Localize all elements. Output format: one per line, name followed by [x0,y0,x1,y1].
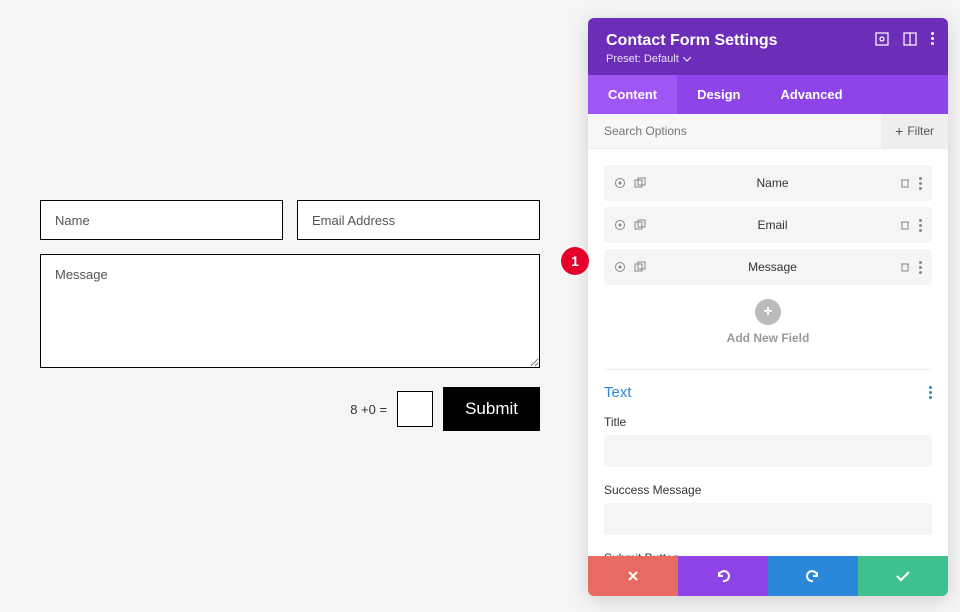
contact-form: 8 +0 = Submit [40,200,540,431]
plus-icon: + [895,124,903,138]
input-title[interactable] [604,435,932,467]
more-icon[interactable] [919,219,922,232]
field-right-icons [899,261,922,274]
chevron-down-icon [683,57,691,62]
search-input[interactable] [588,114,881,148]
text-section: Text Title Success Message Submit Button [588,370,948,556]
gear-icon[interactable] [614,261,626,273]
search-bar: + Filter [588,114,948,149]
fields-list: Name Email [588,149,948,369]
filter-label: Filter [907,124,934,138]
tab-design[interactable]: Design [677,75,760,114]
form-row-1 [40,200,540,240]
label-title: Title [604,415,932,429]
field-right-icons [899,219,922,232]
field-label: Email [646,218,899,232]
undo-button[interactable] [678,556,768,596]
input-success[interactable] [604,503,932,535]
panel-footer [588,556,948,596]
add-field-label: Add New Field [604,331,932,345]
trash-icon[interactable] [899,261,911,273]
trash-icon[interactable] [899,177,911,189]
step-badge-1: 1 [561,247,589,275]
tab-content[interactable]: Content [588,75,677,114]
panel-tabs: Content Design Advanced [588,75,948,114]
more-icon[interactable] [919,177,922,190]
save-button[interactable] [858,556,948,596]
field-row-message[interactable]: Message [604,249,932,285]
section-more-icon[interactable] [929,386,932,399]
text-section-title: Text [604,384,632,401]
gear-icon[interactable] [614,219,626,231]
tab-advanced[interactable]: Advanced [760,75,862,114]
text-section-header: Text [604,384,932,401]
redo-icon [805,569,821,583]
field-row-email[interactable]: Email [604,207,932,243]
add-field-button[interactable]: + [755,299,781,325]
undo-icon [715,569,731,583]
captcha-label: 8 +0 = [350,402,387,417]
panel-header: Contact Form Settings Preset: Default [588,18,948,75]
close-icon [626,569,640,583]
settings-panel: Contact Form Settings Preset: Default Co… [588,18,948,596]
field-row-name[interactable]: Name [604,165,932,201]
duplicate-icon[interactable] [634,177,646,189]
field-left-icons [614,219,646,231]
field-right-icons [899,177,922,190]
cancel-button[interactable] [588,556,678,596]
label-success: Success Message [604,483,932,497]
duplicate-icon[interactable] [634,261,646,273]
panel-body: + Filter Name Em [588,114,948,556]
message-input[interactable] [40,254,540,368]
submit-button[interactable]: Submit [443,387,540,431]
preset-selector[interactable]: Preset: Default [606,53,930,65]
field-left-icons [614,177,646,189]
captcha-input[interactable] [397,391,433,427]
gear-icon[interactable] [614,177,626,189]
text-group-success: Success Message [604,483,932,535]
filter-button[interactable]: + Filter [881,114,948,148]
check-icon [895,570,911,582]
page-canvas: 8 +0 = Submit [0,0,580,612]
email-input[interactable] [297,200,540,240]
menu-dots-icon[interactable] [931,32,934,46]
field-left-icons [614,261,646,273]
more-icon[interactable] [919,261,922,274]
trash-icon[interactable] [899,219,911,231]
panel-header-icons [875,32,934,46]
text-group-title: Title [604,415,932,467]
duplicate-icon[interactable] [634,219,646,231]
redo-button[interactable] [768,556,858,596]
preset-label: Preset: Default [606,53,679,65]
add-new-field: + Add New Field [604,291,932,361]
field-label: Message [646,260,899,274]
expand-icon[interactable] [903,32,917,46]
help-icon[interactable] [875,32,889,46]
submit-row: 8 +0 = Submit [40,387,540,431]
field-label: Name [646,176,899,190]
name-input[interactable] [40,200,283,240]
